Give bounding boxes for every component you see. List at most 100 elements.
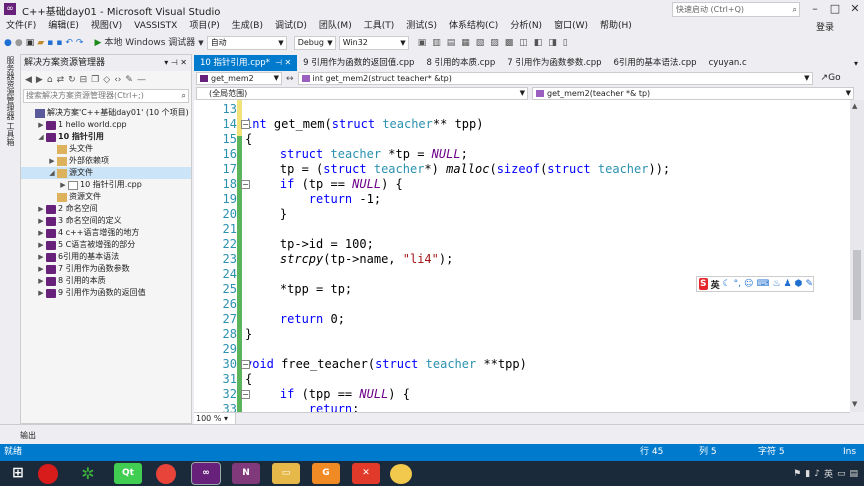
tree-item[interactable]: ▶ 9 引用作为函数的返回值 <box>21 287 191 299</box>
editor-tab[interactable]: 10 指针引用.cpp* ⊣ ✕ <box>194 55 298 71</box>
editor-tab[interactable]: 6引用的基本语法.cpp <box>608 55 703 71</box>
code-view-icon[interactable]: ‹› <box>114 75 121 85</box>
foxit-icon[interactable]: G <box>312 463 340 484</box>
tray-chat-icon[interactable]: ▤ <box>849 469 858 479</box>
code-line[interactable]: { <box>245 132 252 147</box>
code-line[interactable]: } <box>245 327 252 342</box>
collapse-icon[interactable]: ⊟ <box>80 75 88 85</box>
menu-item-0[interactable]: 文件(F) <box>0 18 42 34</box>
output-tab[interactable]: 输出 <box>20 430 36 441</box>
minus-icon[interactable]: — <box>137 75 146 85</box>
tray-volume-icon[interactable]: ♪ <box>814 469 820 479</box>
back-icon[interactable]: ◀ <box>25 75 32 85</box>
file-explorer-icon[interactable]: ▭ <box>272 463 300 484</box>
tree-item[interactable]: ▶ 8 引用的本质 <box>21 275 191 287</box>
menu-item-3[interactable]: VASSISTX <box>128 18 183 34</box>
expand-toggle-icon[interactable]: ◢ <box>47 167 57 179</box>
code-line[interactable]: tp->id = 100; <box>251 237 374 252</box>
auto-select[interactable]: 自动 ▼ <box>206 36 287 50</box>
back-icon[interactable]: ● <box>4 34 12 52</box>
menu-item-8[interactable]: 工具(T) <box>358 18 401 34</box>
server-explorer-tab[interactable]: 服务器资源管理器 <box>5 56 16 120</box>
new-project-icon[interactable]: ▣ <box>26 34 35 52</box>
tree-item[interactable]: ▶ 7 引用作为函数参数 <box>21 263 191 275</box>
fold-toggle-icon[interactable]: − <box>241 120 250 129</box>
code-line[interactable]: return; <box>251 402 360 412</box>
open-file-icon[interactable]: ▰ <box>37 34 44 52</box>
expand-toggle-icon[interactable]: ▶ <box>36 119 46 131</box>
code-editor[interactable]: 13 14 15 16 17 18 19 20 21 22 23 24 25 26 27 28 29 30 31 32… <box>194 100 850 412</box>
menu-item-1[interactable]: 编辑(E) <box>42 18 85 34</box>
zoom-level[interactable]: 100 % ▾ <box>194 413 236 424</box>
editor-tab[interactable]: cyuyan.c <box>703 55 753 71</box>
keyboard-icon[interactable]: ⌨ <box>756 279 769 289</box>
toolbox-icon[interactable]: ⬢ <box>795 279 803 289</box>
tree-item[interactable]: ▶ 10 指针引用.cpp <box>21 179 191 191</box>
expand-toggle-icon[interactable]: ▶ <box>58 179 68 191</box>
menu-item-4[interactable]: 项目(P) <box>183 18 225 34</box>
code-line[interactable]: return 0; <box>251 312 345 327</box>
xmind-icon[interactable]: ✕ <box>352 463 380 484</box>
menu-item-2[interactable]: 视图(V) <box>85 18 128 34</box>
moon-icon[interactable]: ☾ <box>723 279 731 289</box>
expand-toggle-icon[interactable]: ◢ <box>36 131 46 143</box>
expand-toggle-icon[interactable]: ▶ <box>36 239 46 251</box>
skin-icon[interactable]: ♨ <box>772 279 780 289</box>
expand-toggle-icon[interactable]: ▶ <box>36 287 46 299</box>
scope-dropdown[interactable]: get_mem2 ▼ <box>196 72 282 85</box>
expand-toggle-icon[interactable]: ▶ <box>47 155 57 167</box>
horizontal-scrollbar[interactable]: 100 % ▾ <box>194 412 850 424</box>
tree-item[interactable]: ▶ 2 命名空间 <box>21 203 191 215</box>
tray-battery-icon[interactable]: ▭ <box>837 469 846 479</box>
undo-icon[interactable]: ↶ <box>65 34 73 52</box>
expand-toggle-icon[interactable]: ▶ <box>36 203 46 215</box>
editor-tab[interactable]: 9 引用作为函数的返回值.cpp <box>297 55 420 71</box>
wrench-icon[interactable]: ✎ <box>125 75 133 85</box>
green-bug-icon[interactable]: ✲ <box>74 463 102 484</box>
close-button[interactable]: ✕ <box>846 1 864 17</box>
debugger-button[interactable]: 本地 Windows 调试器 <box>104 34 195 52</box>
expand-toggle-icon[interactable]: ▶ <box>36 215 46 227</box>
expand-toggle-icon[interactable]: ▶ <box>36 275 46 287</box>
menu-item-12[interactable]: 窗口(W) <box>548 18 594 34</box>
menu-item-6[interactable]: 调试(D) <box>269 18 313 34</box>
go-button[interactable]: ↗Go <box>817 72 841 85</box>
scroll-down-icon[interactable]: ▼ <box>852 400 857 408</box>
menu-item-10[interactable]: 体系结构(C) <box>443 18 504 34</box>
range-dropdown[interactable]: (全局范围) ▼ <box>196 86 528 100</box>
code-line[interactable]: return -1; <box>251 192 381 207</box>
forward-icon[interactable]: ▶ <box>36 75 43 85</box>
settings-wrench-icon[interactable]: ✎ <box>805 279 813 289</box>
code-line[interactable]: tp = (struct teacher*) malloc(sizeof(str… <box>251 162 670 177</box>
quick-launch-input[interactable]: 快速启动 (Ctrl+Q) ⌕ <box>672 2 800 17</box>
tray-network-icon[interactable]: ▮ <box>805 469 810 479</box>
punctuation-icon[interactable]: °, <box>734 279 741 289</box>
sync-icon[interactable]: ⇄ <box>57 75 65 85</box>
start-icon[interactable]: ⊞ <box>4 463 32 484</box>
code-line[interactable]: void free_teacher(struct teacher **tpp) <box>245 357 527 372</box>
user-icon[interactable]: ♟ <box>784 279 792 289</box>
code-line[interactable]: *tpp = tp; <box>251 282 352 297</box>
fold-toggle-icon[interactable]: − <box>241 180 250 189</box>
copy-icon[interactable]: ❐ <box>91 75 99 85</box>
vertical-scrollbar[interactable]: ▲ ▼ <box>850 100 864 412</box>
start-debug-icon[interactable]: ▶ <box>94 34 101 52</box>
menu-item-9[interactable]: 测试(S) <box>400 18 443 34</box>
save-icon[interactable]: ▪ <box>47 34 53 52</box>
editor-tab[interactable]: 7 引用作为函数参数.cpp <box>501 55 607 71</box>
home-icon[interactable]: ⌂ <box>47 75 53 85</box>
code-line[interactable]: { <box>245 372 252 387</box>
expand-toggle-icon[interactable]: ▶ <box>36 263 46 275</box>
tree-item[interactable]: 头文件 <box>21 143 191 155</box>
ime-toolbar[interactable]: S 英 ☾ °, ☺ ⌨ ♨ ♟ ⬢ ✎ <box>696 276 814 292</box>
member-dropdown[interactable]: int get_mem2(struct teacher* &tp) ▼ <box>297 72 813 85</box>
tree-item[interactable]: ▶ 3 命名空间的定义 <box>21 215 191 227</box>
pin-close-icon[interactable]: ▾ ⊣ ✕ <box>164 55 187 71</box>
function-dropdown[interactable]: get_mem2(teacher *& tp) ▼ <box>532 86 854 100</box>
redo-icon[interactable]: ↷ <box>76 34 84 52</box>
tab-close-icon[interactable]: ⊣ ✕ <box>275 58 291 67</box>
tray-ime-icon[interactable]: 英 <box>824 467 833 480</box>
menu-item-7[interactable]: 团队(M) <box>313 18 358 34</box>
tree-item[interactable]: ▶ 1 hello world.cpp <box>21 119 191 131</box>
switch-arrows-icon[interactable]: ↔ <box>286 74 294 84</box>
